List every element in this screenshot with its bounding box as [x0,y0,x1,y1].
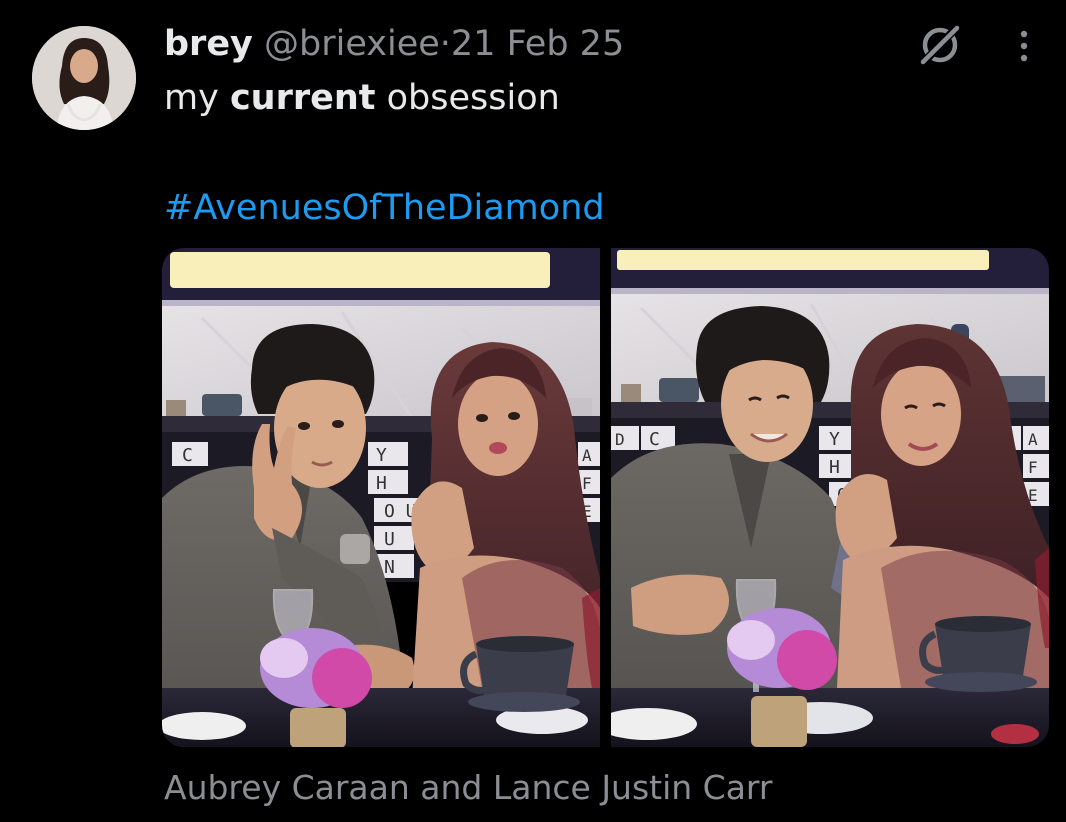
grok-icon[interactable] [916,20,964,68]
author-handle[interactable]: @briexiee [264,24,440,64]
hashtag-link[interactable]: #AvenuesOfTheDiamond [164,186,605,230]
svg-text:A: A [582,446,592,465]
tweet-date[interactable]: 21 Feb 25 [451,24,624,64]
svg-text:Y: Y [376,445,387,466]
tweet-text-start: my [164,78,230,118]
avatar-image [32,26,136,130]
svg-text:U: U [384,529,395,550]
svg-text:A: A [1028,430,1038,449]
media-caption: Aubrey Caraan and Lance Justin Carr [164,768,773,807]
tweet-header: brey @briexiee·21 Feb 25 [164,22,624,66]
svg-text:F: F [582,474,592,493]
svg-text:Y: Y [829,429,840,450]
more-vertical-icon[interactable] [1012,26,1036,66]
tweet-text: my current obsession [164,76,560,120]
tweet-text-end: obsession [375,78,560,118]
svg-text:H: H [829,457,840,478]
separator-dot: · [439,24,451,64]
svg-text:N: N [384,557,395,578]
svg-text:H: H [376,473,387,494]
photo-right[interactable]: D C Y H O U N C A F E [611,248,1049,747]
svg-text:F: F [1028,458,1038,477]
author-name[interactable]: brey [164,24,253,64]
tweet-text-bold: current [229,78,376,118]
author-avatar[interactable] [32,26,136,130]
photo-left[interactable]: C Y H O U U N A F E [162,248,600,747]
svg-text:D: D [615,430,625,449]
svg-text:C: C [649,429,660,450]
media-grid: C Y H O U U N A F E D C Y H A F E [162,248,1049,747]
svg-text:C: C [182,445,193,466]
